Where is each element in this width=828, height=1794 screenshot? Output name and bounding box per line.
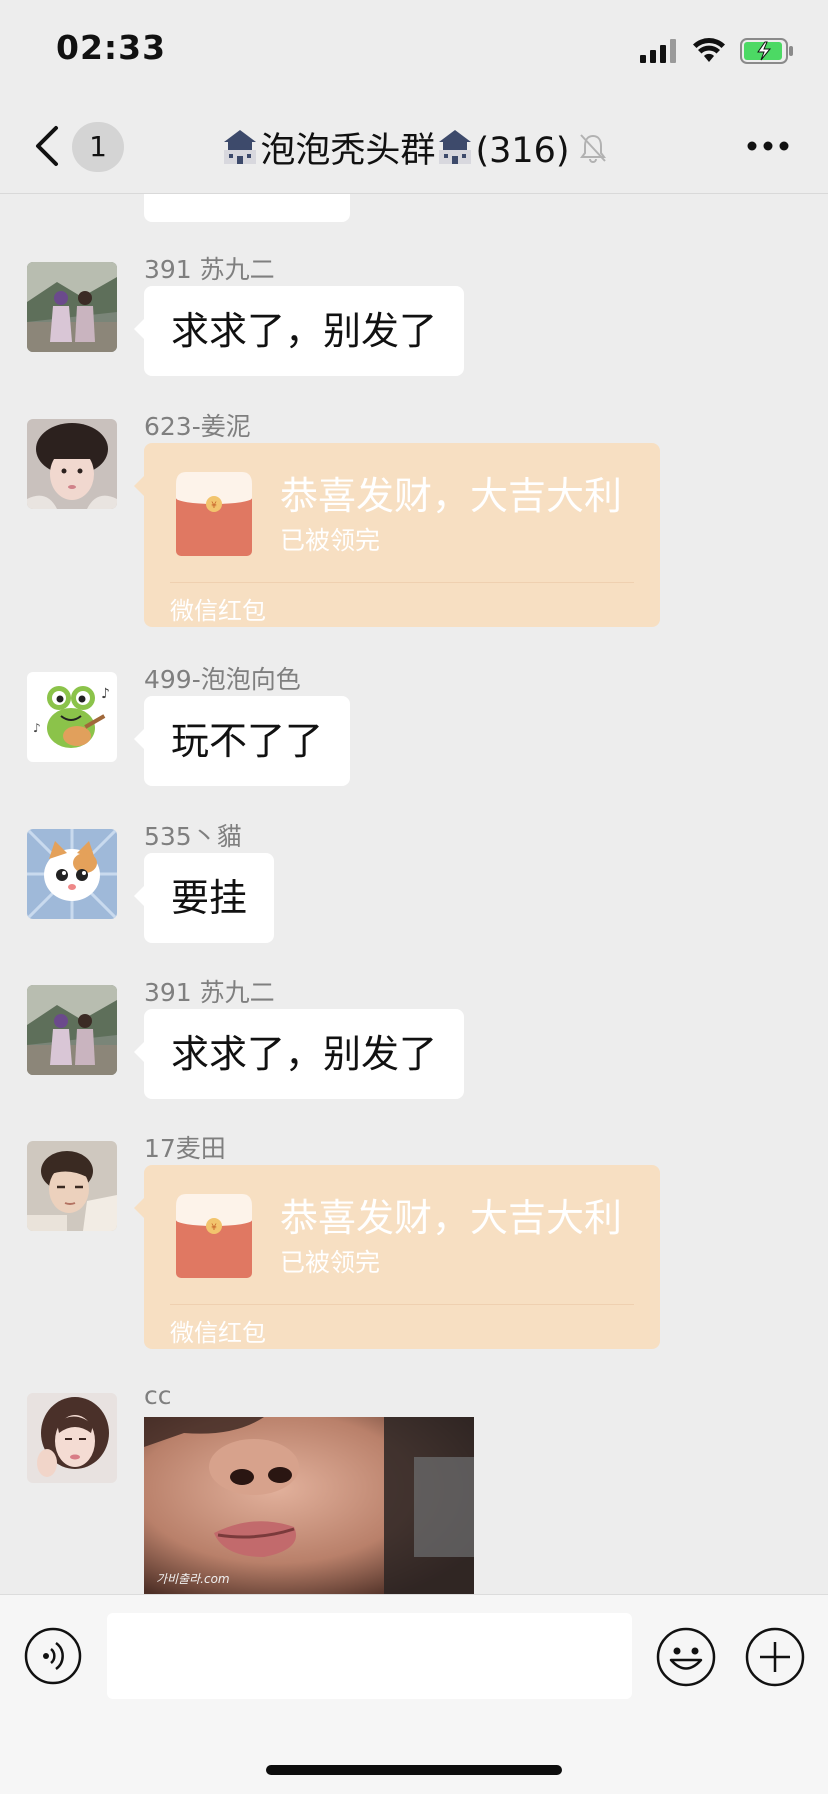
- face-closeup-photo: [144, 1417, 474, 1594]
- chat-title: 泡泡秃头群 (316): [0, 122, 828, 173]
- sender-name: 391 苏九二: [144, 255, 275, 284]
- avatar[interactable]: [27, 419, 117, 509]
- red-packet-card[interactable]: ¥ 恭喜发财，大吉大利 已被领完 微信红包: [134, 1165, 660, 1349]
- message-bubble[interactable]: 求求了，别发了: [133, 286, 465, 376]
- previous-message-fragment: [144, 194, 350, 222]
- status-icons: [640, 36, 794, 66]
- frog-sticker-avatar: ♪♪: [27, 672, 117, 762]
- cat-sticker-avatar: [27, 829, 117, 919]
- svg-text:♪: ♪: [101, 686, 110, 702]
- image-watermark: 가비출라.com: [156, 1572, 230, 1586]
- more-options-icon[interactable]: [746, 140, 790, 152]
- couple-photo-avatar: [27, 262, 117, 352]
- red-packet-divider: [170, 582, 634, 583]
- avatar[interactable]: [27, 1393, 117, 1483]
- emoji-icon[interactable]: [656, 1627, 716, 1687]
- avatar[interactable]: [27, 985, 117, 1075]
- svg-text:♪: ♪: [33, 721, 41, 735]
- red-packet-divider: [170, 1304, 634, 1305]
- message-bubble[interactable]: 玩不了了: [133, 696, 351, 786]
- sender-name: 391 苏九二: [144, 978, 275, 1007]
- sender-name: 623-姜泥: [144, 412, 251, 441]
- red-packet-label: 微信红包: [170, 1319, 266, 1347]
- image-message[interactable]: 가비출라.com: [144, 1417, 474, 1594]
- status-time: 02:33: [56, 28, 167, 67]
- red-envelope-icon: ¥: [176, 472, 252, 556]
- status-bar: 02:33: [0, 0, 828, 100]
- avatar[interactable]: [27, 262, 117, 352]
- castle-emoji-icon: [224, 130, 257, 164]
- girl-photo-avatar: [27, 419, 117, 509]
- group-name: 泡泡秃头群: [260, 131, 436, 171]
- avatar[interactable]: ♪ ♪: [27, 672, 117, 762]
- red-packet-status: 已被领完: [280, 1248, 381, 1277]
- message-bubble[interactable]: 要挂: [133, 853, 275, 943]
- wifi-icon: [693, 38, 725, 62]
- sender-name: cc: [144, 1381, 172, 1410]
- chat-input-bar: [0, 1594, 828, 1794]
- voice-input-icon[interactable]: [24, 1627, 82, 1685]
- message-bubble[interactable]: 求求了，别发了: [133, 1009, 465, 1099]
- chat-message-list[interactable]: 391 苏九二 求求了，别发了 623-姜泥 ¥ 恭喜发财，大吉大利 已被领完 …: [0, 194, 828, 1594]
- red-packet-title: 恭喜发财，大吉大利: [280, 1196, 623, 1240]
- sender-name: 535丶貓: [144, 822, 242, 851]
- avatar[interactable]: [27, 1141, 117, 1231]
- couple-photo-avatar: [27, 985, 117, 1075]
- chat-header: 1 泡泡秃头群 (316): [0, 100, 828, 194]
- red-envelope-icon: ¥: [176, 1194, 252, 1278]
- sender-name: 17麦田: [144, 1134, 226, 1163]
- castle-emoji-icon: [439, 130, 472, 164]
- avatar[interactable]: [27, 829, 117, 919]
- signal-icon: [640, 39, 676, 63]
- muted-bell-icon: [579, 134, 606, 163]
- sender-name: 499-泡泡向色: [144, 665, 301, 694]
- svg-text:¥: ¥: [211, 501, 217, 511]
- red-packet-label: 微信红包: [170, 597, 266, 625]
- plus-icon[interactable]: [745, 1627, 805, 1687]
- red-packet-status: 已被领完: [280, 526, 381, 555]
- battery-icon: [740, 38, 793, 64]
- home-indicator: [266, 1765, 562, 1775]
- message-input[interactable]: [107, 1613, 632, 1699]
- boy-photo-avatar: [27, 1141, 117, 1231]
- red-packet-card[interactable]: ¥ 恭喜发财，大吉大利 已被领完 微信红包: [134, 443, 660, 627]
- red-packet-title: 恭喜发财，大吉大利: [280, 474, 623, 518]
- svg-text:¥: ¥: [211, 1223, 217, 1233]
- woman-photo-avatar: [27, 1393, 117, 1483]
- member-count: (316): [475, 131, 570, 171]
